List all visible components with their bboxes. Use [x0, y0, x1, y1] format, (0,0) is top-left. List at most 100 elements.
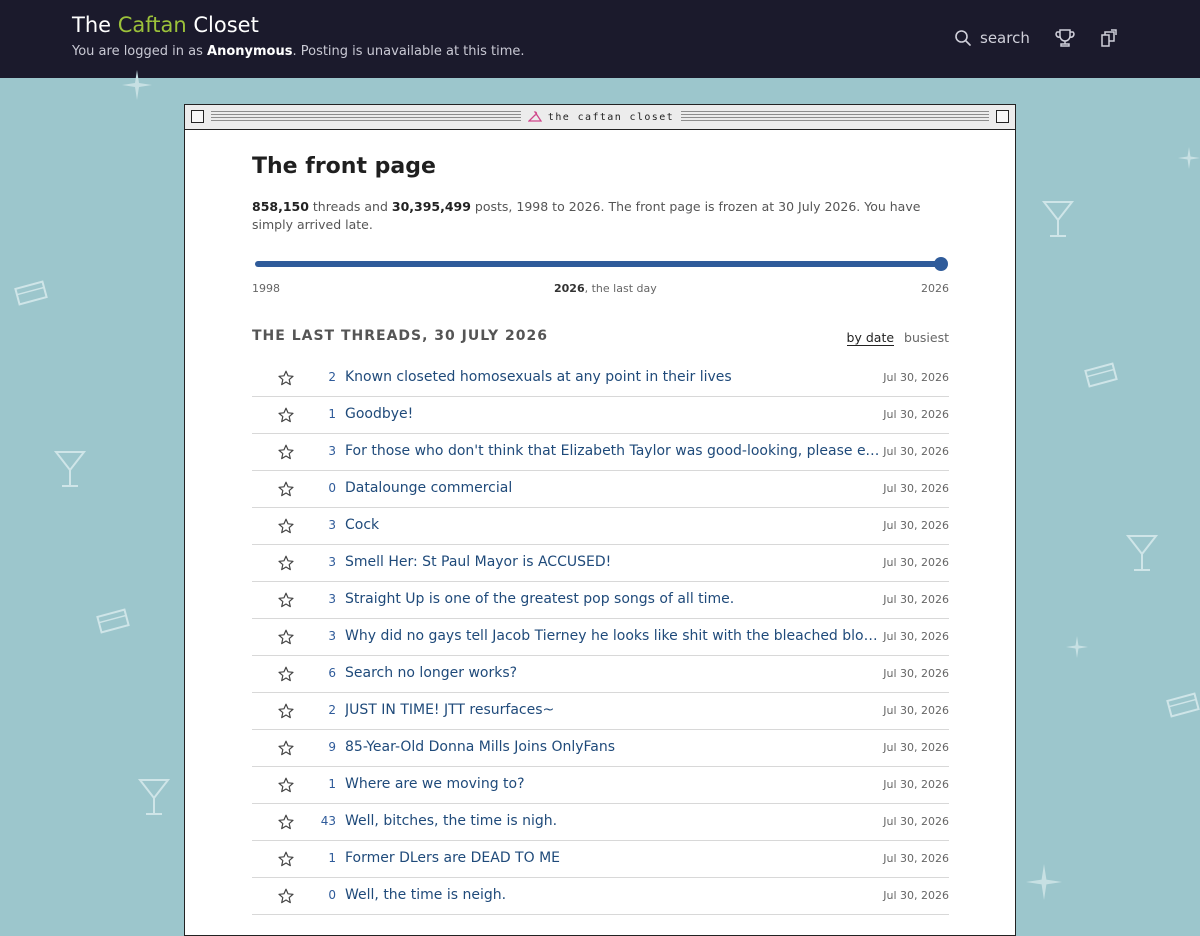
thread-title-link[interactable]: JUST IN TIME! JTT resurfaces~	[345, 702, 880, 718]
sparkle-icon	[1024, 864, 1064, 900]
star-icon[interactable]	[278, 851, 294, 867]
thread-title-link[interactable]: 85-Year-Old Donna Mills Joins OnlyFans	[345, 739, 880, 755]
window-close-box[interactable]	[191, 110, 204, 123]
star-icon[interactable]	[278, 481, 294, 497]
thread-row[interactable]: 43 Well, bitches, the time is nigh. Jul 30…	[252, 804, 949, 841]
site-summary: 858,150 threads and 30,395,499 posts, 19…	[252, 198, 949, 234]
sparkle-icon	[1178, 146, 1200, 170]
site-title-pre: The	[72, 13, 118, 37]
sort-by-date[interactable]: by date	[846, 330, 895, 346]
titlebar-stripes	[211, 111, 521, 121]
thread-date: Jul 30, 2026	[883, 445, 949, 458]
thread-date: Jul 30, 2026	[883, 852, 949, 865]
thread-title-link[interactable]: Well, bitches, the time is nigh.	[345, 813, 880, 829]
search-button[interactable]: search	[954, 27, 1030, 49]
thread-title-link[interactable]: Smell Her: St Paul Mayor is ACCUSED!	[345, 554, 880, 570]
thread-row[interactable]: 0 Datalounge commercial Jul 30, 2026	[252, 471, 949, 508]
thread-title-link[interactable]: Why did no gays tell Jacob Tierney he lo…	[345, 628, 880, 644]
reply-count: 43	[320, 814, 336, 828]
thread-row[interactable]: 0 Well, the time is neigh. Jul 30, 2026	[252, 878, 949, 915]
page-title: The front page	[252, 154, 436, 179]
login-status-pre: You are logged in as	[72, 44, 208, 59]
star-icon[interactable]	[278, 666, 294, 682]
site-title-post: Closet	[186, 13, 259, 37]
ticket-icon	[14, 280, 48, 306]
thread-date: Jul 30, 2026	[883, 371, 949, 384]
reply-count: 1	[328, 851, 336, 865]
cocktail-glass-icon	[1124, 530, 1160, 574]
trophy-icon	[1055, 29, 1075, 47]
thread-row[interactable]: 1 Former DLers are DEAD TO ME Jul 30, 2026	[252, 841, 949, 878]
reply-count: 6	[328, 666, 336, 680]
threads-count: 858,150	[252, 199, 309, 214]
star-icon[interactable]	[278, 777, 294, 793]
reply-count: 3	[328, 592, 336, 606]
thread-row[interactable]: 2 JUST IN TIME! JTT resurfaces~ Jul 30, 20…	[252, 693, 949, 730]
star-icon[interactable]	[278, 555, 294, 571]
window-title-area: the caftan closet	[523, 108, 679, 126]
star-icon[interactable]	[278, 370, 294, 386]
thread-date: Jul 30, 2026	[883, 704, 949, 717]
thread-row[interactable]: 3 For those who don't think that Elizabet…	[252, 434, 949, 471]
star-icon[interactable]	[278, 703, 294, 719]
star-icon[interactable]	[278, 407, 294, 423]
window-title: the caftan closet	[547, 111, 675, 123]
star-icon[interactable]	[278, 444, 294, 460]
star-icon[interactable]	[278, 518, 294, 534]
site-title-accent: Caftan	[117, 13, 187, 37]
reply-count: 2	[328, 703, 336, 717]
thread-row[interactable]: 3 Cock Jul 30, 2026	[252, 508, 949, 545]
thread-row[interactable]: 3 Straight Up is one of the greatest pop …	[252, 582, 949, 619]
logout-button[interactable]	[1098, 27, 1120, 49]
thread-row[interactable]: 3 Why did no gays tell Jacob Tierney he l…	[252, 619, 949, 656]
thread-title-link[interactable]: Goodbye!	[345, 406, 880, 422]
thread-title-link[interactable]: Well, the time is neigh.	[345, 887, 880, 903]
thread-date: Jul 30, 2026	[883, 556, 949, 569]
titlebar-stripes	[681, 111, 989, 121]
star-icon[interactable]	[278, 629, 294, 645]
slider-end-label: 2026	[921, 282, 949, 295]
thread-row[interactable]: 2 Known closeted homosexuals at any point…	[252, 360, 949, 397]
slider-thumb[interactable]	[934, 257, 948, 271]
trophy-button[interactable]	[1054, 27, 1076, 49]
site-title[interactable]: The Caftan Closet	[72, 13, 259, 37]
thread-row[interactable]: 3 Smell Her: St Paul Mayor is ACCUSED! Jul…	[252, 545, 949, 582]
thread-date: Jul 30, 2026	[883, 408, 949, 421]
login-username: Anonymous	[207, 44, 293, 59]
door-exit-icon	[1101, 29, 1117, 47]
thread-title-link[interactable]: Known closeted homosexuals at any point …	[345, 369, 880, 385]
cocktail-glass-icon	[136, 774, 172, 818]
window-titlebar: the caftan closet	[185, 105, 1015, 130]
reply-count: 0	[328, 481, 336, 495]
window-zoom-box[interactable]	[996, 110, 1009, 123]
reply-count: 3	[328, 444, 336, 458]
star-icon[interactable]	[278, 888, 294, 904]
star-icon[interactable]	[278, 740, 294, 756]
star-icon[interactable]	[278, 592, 294, 608]
thread-date: Jul 30, 2026	[883, 519, 949, 532]
thread-date: Jul 30, 2026	[883, 741, 949, 754]
thread-title-link[interactable]: Where are we moving to?	[345, 776, 880, 792]
thread-title-link[interactable]: Straight Up is one of the greatest pop s…	[345, 591, 880, 607]
search-label: search	[980, 29, 1030, 47]
star-icon[interactable]	[278, 814, 294, 830]
posts-count: 30,395,499	[391, 199, 471, 214]
thread-title-link[interactable]: Cock	[345, 517, 880, 533]
reply-count: 2	[328, 370, 336, 384]
reply-count: 1	[328, 407, 336, 421]
thread-title-link[interactable]: Search no longer works?	[345, 665, 880, 681]
thread-row[interactable]: 1 Goodbye! Jul 30, 2026	[252, 397, 949, 434]
thread-title-link[interactable]: Datalounge commercial	[345, 480, 880, 496]
sort-busiest[interactable]: busiest	[904, 330, 949, 346]
year-slider[interactable]	[252, 255, 949, 275]
thread-date: Jul 30, 2026	[883, 889, 949, 902]
thread-row[interactable]: 9 85-Year-Old Donna Mills Joins OnlyFans J…	[252, 730, 949, 767]
reply-count: 1	[328, 777, 336, 791]
thread-date: Jul 30, 2026	[883, 482, 949, 495]
ticket-icon	[1084, 362, 1118, 388]
thread-title-link[interactable]: Former DLers are DEAD TO ME	[345, 850, 880, 866]
thread-row[interactable]: 6 Search no longer works? Jul 30, 2026	[252, 656, 949, 693]
thread-title-link[interactable]: For those who don't think that Elizabeth…	[345, 443, 880, 459]
thread-row[interactable]: 1 Where are we moving to? Jul 30, 2026	[252, 767, 949, 804]
main-window: the caftan closet The front page 858,150…	[184, 104, 1016, 936]
